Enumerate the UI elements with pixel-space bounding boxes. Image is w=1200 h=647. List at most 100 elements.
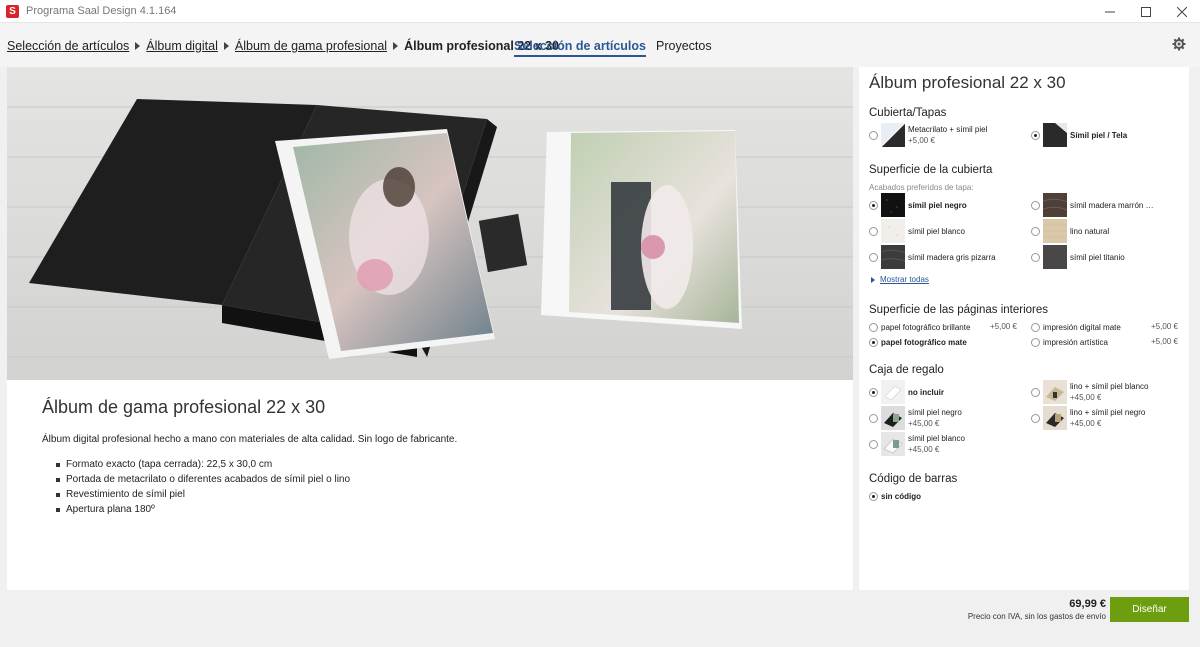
natural-linen-swatch [1043,219,1067,243]
maximize-button[interactable] [1128,0,1164,23]
leather-cover-thumbnail [1043,123,1067,147]
minimize-icon [1105,11,1115,12]
inner-pages-section-title: Superficie de las páginas interiores [869,304,1048,316]
surface-section-title: Superficie de la cubierta [869,164,993,176]
acrylic-cover-thumbnail [881,123,905,147]
radio-button-selected[interactable] [869,491,878,501]
option-price: +5,00 € [1151,322,1178,331]
option-label: lino natural [1070,226,1110,236]
inner-option-matte-photo[interactable]: papel fotográfico mate [869,336,967,348]
cover-option-leather[interactable]: Símil piel / Tela [1031,123,1127,147]
gift-option-black-leather[interactable]: símil piel negro +45,00 € [869,406,962,430]
surface-option-brown-wood[interactable]: símil madera marrón … [1031,193,1154,217]
tab-article-selection[interactable]: Selección de artículos [514,39,646,57]
bullet-icon [56,492,60,497]
titanium-leather-swatch [1043,245,1067,269]
radio-button[interactable] [869,413,878,423]
window-controls [1092,0,1200,23]
linen-black-box-thumbnail [1043,406,1067,430]
surface-option-slate-wood[interactable]: símil madera gris pizarra [869,245,996,269]
surface-option-natural-linen[interactable]: lino natural [1031,219,1109,243]
cover-option-acrylic[interactable]: Metacrilato + símil piel +5,00 € [869,123,987,147]
radio-button-selected[interactable] [869,387,878,397]
radio-button[interactable] [869,439,878,449]
radio-button-selected[interactable] [869,200,878,210]
option-label: símil piel negro [908,200,967,210]
top-tabs: Selección de artículos Proyectos [514,39,722,57]
close-button[interactable] [1164,0,1200,23]
window-title: Programa Saal Design 4.1.164 [26,5,177,17]
option-label: símil madera marrón … [1070,200,1154,210]
radio-button[interactable] [1031,226,1040,236]
radio-button[interactable] [869,322,878,332]
breadcrumb-item-professional-album[interactable]: Álbum de gama profesional [235,39,387,53]
gift-option-linen-black[interactable]: lino + símil piel negro +45,00 € [1031,406,1145,430]
surface-option-black-leather[interactable]: símil piel negro [869,193,967,217]
gift-option-white-leather[interactable]: símil piel blanco +45,00 € [869,432,965,456]
inner-option-art-print[interactable]: impresión artística [1031,336,1108,348]
black-leather-swatch [881,193,905,217]
navigation-bar: Selección de artículos Álbum digital Álb… [0,23,1200,67]
white-leather-swatch [881,219,905,243]
total-price: 69,99 € [1069,598,1106,610]
description-text: Álbum digital profesional hecho a mano c… [42,434,458,445]
minimize-button[interactable] [1092,0,1128,23]
barcode-section-title: Código de barras [869,473,958,485]
feature-item: Apertura plana 180º [42,502,822,517]
option-label: lino + símil piel blanco [1070,382,1149,391]
feature-item: Revestimiento de símil piel [42,487,822,502]
breadcrumb-item-digital-album[interactable]: Álbum digital [146,39,218,53]
radio-button[interactable] [1031,387,1040,397]
option-price: +45,00 € [908,445,940,454]
radio-button[interactable] [869,226,878,236]
surface-option-titanium-leather[interactable]: símil piel titanio [1031,245,1125,269]
breadcrumb-arrow-icon [135,42,141,50]
option-label: lino + símil piel negro [1070,408,1146,417]
option-label: Metacrilato + símil piel [908,125,988,134]
breadcrumb-arrow-icon [393,42,399,50]
option-label: símil madera gris pizarra [908,252,996,262]
surface-option-white-leather[interactable]: símil piel blanco [869,219,965,243]
radio-button[interactable] [869,130,878,140]
gift-option-none[interactable]: no incluir [869,380,944,404]
description-title: Álbum de gama profesional 22 x 30 [42,397,326,417]
radio-button[interactable] [1031,322,1040,332]
radio-button-selected[interactable] [869,337,878,347]
feature-list: Formato exacto (tapa cerrada): 22,5 x 30… [42,457,822,517]
design-button[interactable]: Diseñar [1110,597,1189,622]
bullet-icon [56,507,60,512]
product-hero-image [7,67,853,380]
product-description: Álbum de gama profesional 22 x 30 Álbum … [42,397,822,517]
option-label: Símil piel / Tela [1070,130,1128,140]
barcode-option-none[interactable]: sin código [869,490,921,502]
configuration-panel: Álbum profesional 22 x 30 Cubierta/Tapas… [859,67,1189,590]
breadcrumb: Selección de artículos Álbum digital Álb… [7,39,559,53]
price-note: Precio con IVA, sin los gastos de envío [967,612,1106,621]
option-label: no incluir [908,387,944,397]
radio-button-selected[interactable] [1031,130,1040,140]
white-leather-box-thumbnail [881,432,905,456]
radio-button[interactable] [1031,200,1040,210]
option-price: +5,00 € [908,136,935,145]
option-label: símil piel negro [908,408,962,417]
inner-option-glossy-photo[interactable]: papel fotográfico brillante [869,321,970,333]
option-label: símil piel blanco [908,434,965,443]
option-price: +5,00 € [1151,337,1178,346]
gear-icon[interactable] [1172,37,1186,51]
breadcrumb-item-article-selection[interactable]: Selección de artículos [7,39,129,53]
feature-item: Portada de metacrilato o diferentes acab… [42,472,822,487]
gift-option-linen-white[interactable]: lino + símil piel blanco +45,00 € [1031,380,1148,404]
radio-button[interactable] [1031,337,1040,347]
inner-option-digital-matte[interactable]: impresión digital mate [1031,321,1121,333]
bullet-icon [56,462,60,467]
bullet-icon [56,477,60,482]
radio-button[interactable] [1031,413,1040,423]
radio-button[interactable] [869,252,878,262]
show-all-link[interactable]: Mostrar todas [871,275,929,284]
no-box-thumbnail [881,380,905,404]
tab-projects[interactable]: Proyectos [656,39,712,57]
option-label: símil piel blanco [908,226,965,236]
radio-button[interactable] [1031,252,1040,262]
option-price: +45,00 € [908,419,940,428]
black-leather-box-thumbnail [881,406,905,430]
